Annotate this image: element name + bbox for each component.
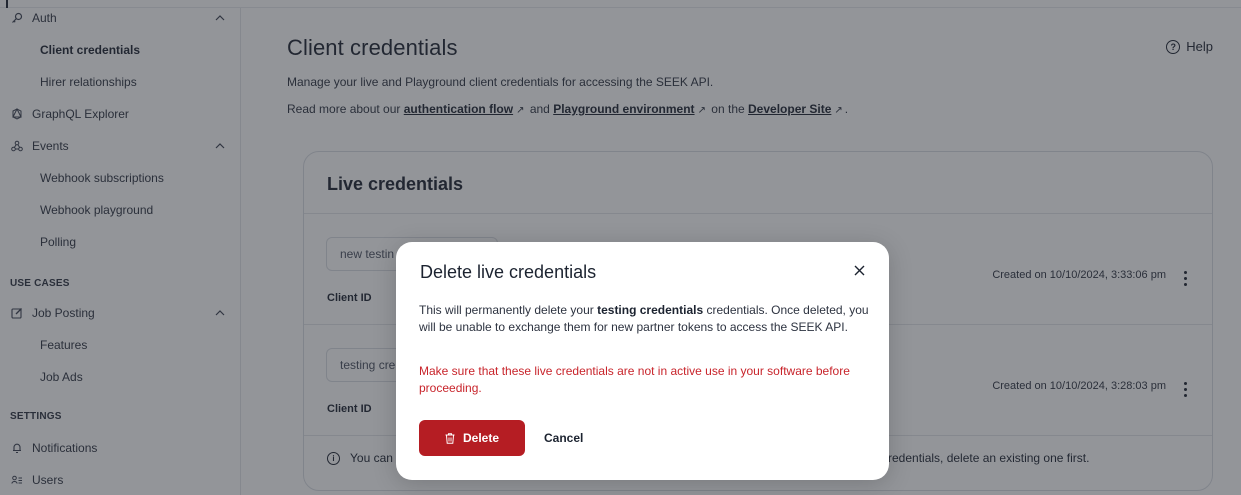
credential-name-bold: testing credentials [597,303,704,317]
delete-credentials-dialog: Delete live credentials This will perman… [396,242,889,480]
delete-label: Delete [462,431,500,445]
delete-button[interactable]: Delete [419,420,525,456]
dialog-title: Delete live credentials [420,262,597,282]
trash-icon [445,432,455,444]
cancel-button[interactable]: Cancel [544,420,583,456]
dialog-body: This will permanently delete your testin… [419,302,871,336]
close-icon[interactable] [851,262,867,278]
dialog-body-prefix: This will permanently delete your [419,303,594,317]
dialog-warning: Make sure that these live credentials ar… [419,364,850,395]
